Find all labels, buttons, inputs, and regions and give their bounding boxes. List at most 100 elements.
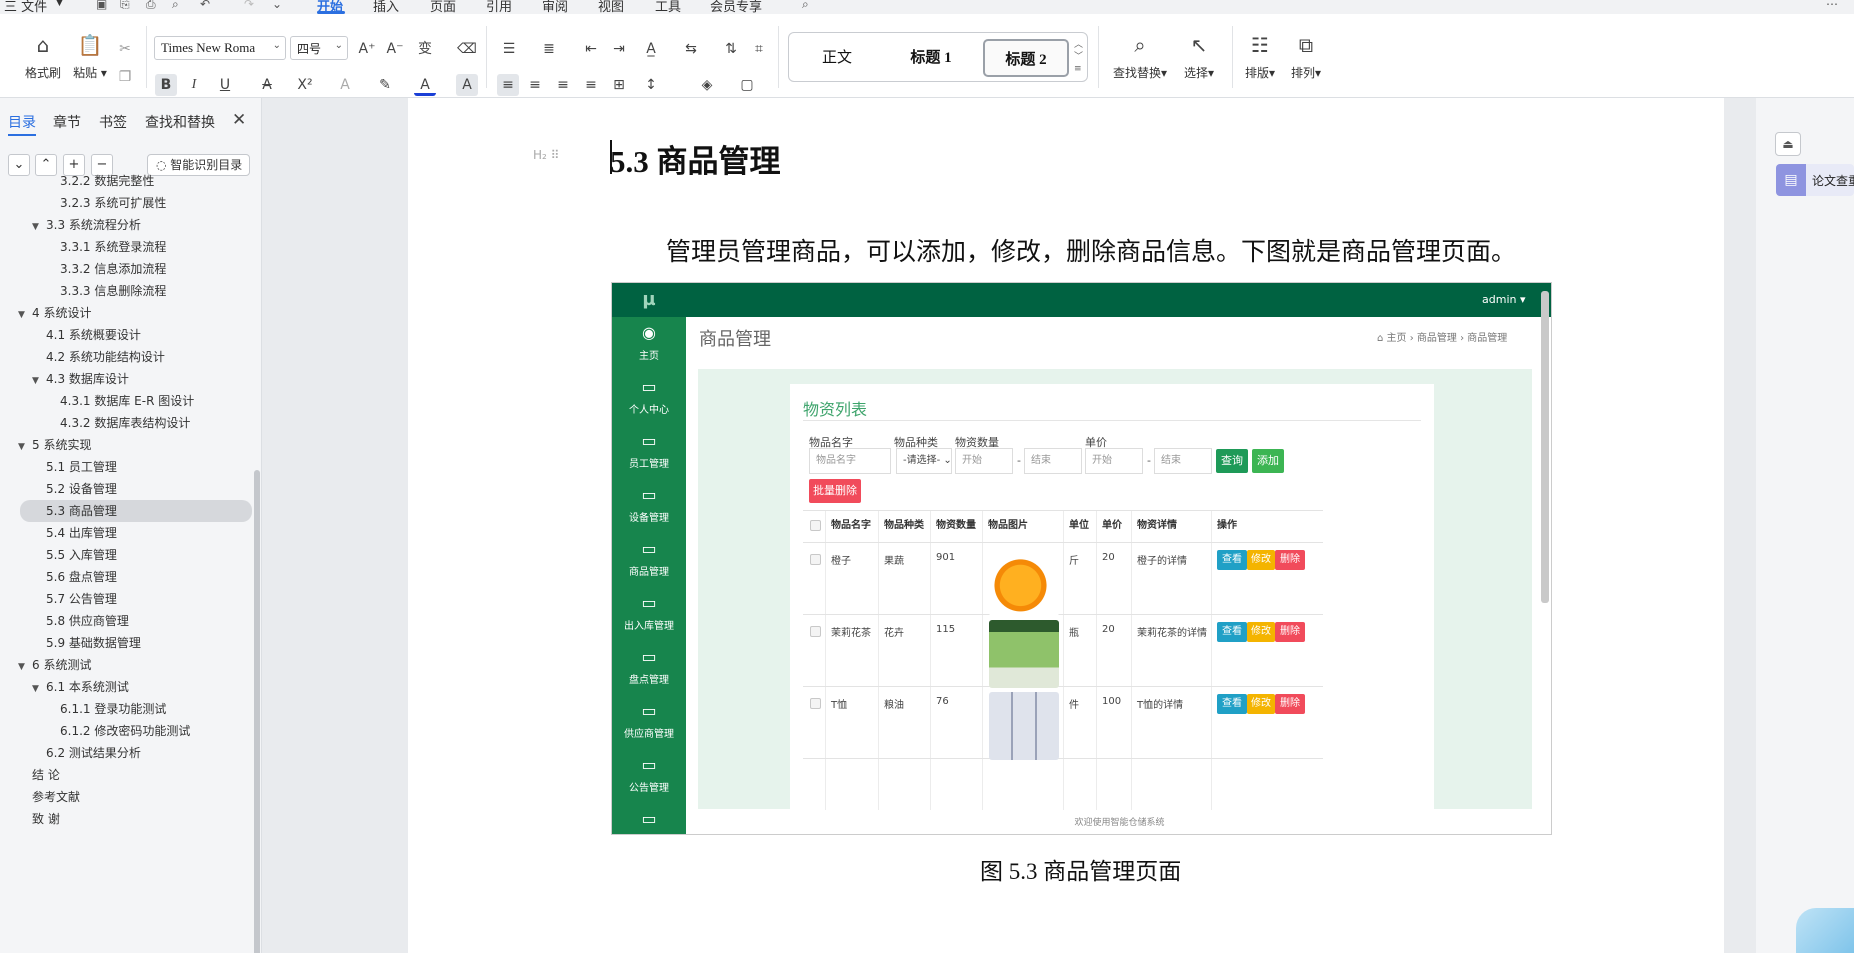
line-spacing-icon[interactable]: ↕ <box>640 74 662 96</box>
shrink-font-icon[interactable]: A⁻ <box>384 38 406 60</box>
toc-item[interactable]: 致 谢 <box>0 808 250 830</box>
tab-tools[interactable]: 工具 <box>655 0 681 14</box>
toc-item[interactable]: 4.3.2 数据库表结构设计 <box>0 412 250 434</box>
border-icon[interactable]: ▢ <box>736 74 758 96</box>
toc-item[interactable]: 4.2 系统功能结构设计 <box>0 346 250 368</box>
tab-insert[interactable]: 插入 <box>373 0 399 14</box>
expand-triangle-icon[interactable]: ▼ <box>32 216 46 238</box>
justify-button[interactable]: ≡ <box>580 74 602 96</box>
shading-icon[interactable]: ◈ <box>696 74 718 96</box>
toc-item[interactable]: 5.2 设备管理 <box>0 478 250 500</box>
toc-item[interactable]: ▼ 6 系统测试 <box>0 654 250 676</box>
toc-item[interactable]: 3.2.2 数据完整性 <box>0 170 250 192</box>
char-shading-button[interactable]: A <box>456 74 478 96</box>
find-replace-button[interactable]: ⌕ 查找替换▾ <box>1108 32 1172 81</box>
toc-item[interactable]: ▼ 5 系统实现 <box>0 434 250 456</box>
file-menu[interactable]: 三 文件 <box>4 0 47 14</box>
toc-item[interactable]: 4.1 系统概要设计 <box>0 324 250 346</box>
heading-level-marker[interactable]: H₂ ⠿ <box>533 148 559 162</box>
print-icon[interactable]: ⎙ <box>146 0 156 12</box>
strikethrough-button[interactable]: A <box>256 74 278 96</box>
italic-button[interactable]: I <box>183 74 205 96</box>
bullet-list-icon[interactable]: ☰ <box>498 38 520 60</box>
distribute-button[interactable]: ⊞ <box>608 74 630 96</box>
save-icon[interactable]: ▣ <box>96 0 107 11</box>
toc-item[interactable]: 5.5 入库管理 <box>0 544 250 566</box>
toc-item[interactable]: 3.2.3 系统可扩展性 <box>0 192 250 214</box>
style-normal[interactable]: 正文 <box>797 39 877 77</box>
tab-member[interactable]: 会员专享 <box>710 0 762 14</box>
superscript-button[interactable]: X² <box>294 74 316 96</box>
toc-item[interactable]: 5.9 基础数据管理 <box>0 632 250 654</box>
toc-item[interactable]: 5.7 公告管理 <box>0 588 250 610</box>
assistant-widget[interactable] <box>1796 908 1854 953</box>
toc-item[interactable]: 结 论 <box>0 764 250 786</box>
text-effect-button[interactable]: A <box>334 74 356 96</box>
style-gallery-scroll[interactable]: ︿ ﹀ ≡ <box>1074 39 1083 75</box>
tab-toc[interactable]: 目录 <box>8 112 36 132</box>
toc-item[interactable]: 4.3.1 数据库 E-R 图设计 <box>0 390 250 412</box>
toc-item[interactable]: 3.3.1 系统登录流程 <box>0 236 250 258</box>
show-marks-icon[interactable]: ⌗ <box>748 38 770 60</box>
layout-button[interactable]: ☷ 排版▾ <box>1238 32 1282 81</box>
paste-button[interactable]: 📋 粘贴 ▾ <box>68 32 112 81</box>
toc-item[interactable]: 6.2 测试结果分析 <box>0 742 250 764</box>
toc-item[interactable]: 6.1.2 修改密码功能测试 <box>0 720 250 742</box>
close-icon[interactable]: ✕ <box>232 110 246 130</box>
align-left-button[interactable]: ≡ <box>497 74 519 96</box>
toc-item[interactable]: 5.4 出库管理 <box>0 522 250 544</box>
toc-item[interactable]: 5.6 盘点管理 <box>0 566 250 588</box>
toc-item[interactable]: 6.1.1 登录功能测试 <box>0 698 250 720</box>
indent-icon[interactable]: ⇥ <box>608 38 630 60</box>
chevron-down-icon[interactable]: ▼ <box>56 0 63 8</box>
section-heading[interactable]: 5.3 商品管理 <box>610 136 781 181</box>
expand-triangle-icon[interactable]: ▼ <box>18 304 32 326</box>
figure-image[interactable]: µ admin ▾ ◉ 主页 ▭ 个人中心 ▭ 员工管理 ▭ 设备管理 ▭ 商品管理 ▭ 出入库管理 ▭… <box>611 282 1552 835</box>
tab-bookmarks[interactable]: 书签 <box>99 112 127 132</box>
toc-item[interactable]: 参考文献 <box>0 786 250 808</box>
expand-triangle-icon[interactable]: ▼ <box>32 678 46 700</box>
tab-page[interactable]: 页面 <box>430 0 456 14</box>
figure-caption[interactable]: 图 5.3 商品管理页面 <box>980 852 1181 886</box>
preview-icon[interactable]: ⌕ <box>172 0 179 12</box>
toc-item[interactable]: 3.3.3 信息删除流程 <box>0 280 250 302</box>
style-heading-2[interactable]: 标题 2 <box>983 39 1069 77</box>
font-size-select[interactable]: 四号 ⌄ <box>290 36 348 60</box>
more-icon[interactable]: ⌄ <box>272 0 282 11</box>
expand-triangle-icon[interactable]: ▼ <box>18 436 32 458</box>
overflow-icon[interactable]: ⋯ <box>1826 0 1838 11</box>
redo-icon[interactable]: ↷ <box>244 0 254 11</box>
tab-view[interactable]: 视图 <box>598 0 624 14</box>
search-icon[interactable]: ⌕ <box>802 0 809 12</box>
tab-reference[interactable]: 引用 <box>486 0 512 14</box>
scrollbar[interactable] <box>254 470 260 953</box>
style-heading-1[interactable]: 标题 1 <box>887 39 975 77</box>
outdent-icon[interactable]: ⇤ <box>580 38 602 60</box>
toc-item[interactable]: ▼ 4.3 数据库设计 <box>0 368 250 390</box>
toc-item[interactable]: 3.3.2 信息添加流程 <box>0 258 250 280</box>
bold-button[interactable]: B <box>155 74 177 96</box>
font-color-button[interactable]: A <box>414 74 436 96</box>
text-direction-icon[interactable]: ⇆ <box>680 38 702 60</box>
font-name-select[interactable]: Times New Roma ⌄ <box>154 36 286 60</box>
char-case-icon[interactable]: A̲ <box>640 38 662 60</box>
grow-font-icon[interactable]: A⁺ <box>356 38 378 60</box>
toc-item[interactable]: 5.3 商品管理 <box>20 500 252 522</box>
toc-item[interactable]: ▼ 4 系统设计 <box>0 302 250 324</box>
toc-item[interactable]: 5.1 员工管理 <box>0 456 250 478</box>
arrange-button[interactable]: ⧉ 排列▾ <box>1284 32 1328 81</box>
toc-item[interactable]: ▼ 6.1 本系统测试 <box>0 676 250 698</box>
collapse-panel-icon[interactable]: ⏏ <box>1775 132 1801 156</box>
copy-icon[interactable]: ❐ <box>114 66 136 88</box>
align-center-button[interactable]: ≡ <box>524 74 546 96</box>
phonetic-icon[interactable]: 变 <box>414 38 436 60</box>
select-button[interactable]: ↖ 选择▾ <box>1176 32 1222 81</box>
underline-button[interactable]: U <box>214 74 236 96</box>
undo-icon[interactable]: ↶ <box>200 0 210 11</box>
expand-triangle-icon[interactable]: ▼ <box>18 656 32 678</box>
toc-item[interactable]: ▼ 3.3 系统流程分析 <box>0 214 250 236</box>
tab-find-replace[interactable]: 查找和替换 <box>145 112 215 132</box>
numbered-list-icon[interactable]: ≣ <box>538 38 560 60</box>
export-icon[interactable]: ⎘ <box>120 0 130 12</box>
clear-format-icon[interactable]: ⌫ <box>456 38 478 60</box>
